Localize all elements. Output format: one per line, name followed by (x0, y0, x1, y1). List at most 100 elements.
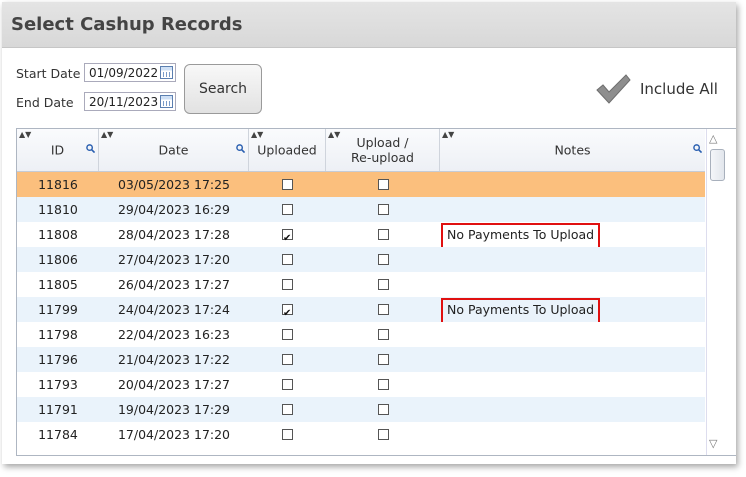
cell-reupload (326, 297, 440, 322)
cell-date: 29/04/2023 16:29 (117, 202, 231, 217)
search-button[interactable]: Search (184, 64, 262, 114)
cell-notes (440, 347, 705, 372)
cell-reupload (326, 247, 440, 272)
cell-uploaded (249, 322, 326, 347)
cell-reupload (326, 197, 440, 222)
vertical-scrollbar[interactable]: △ ▽ (706, 129, 736, 455)
cell-uploaded (249, 272, 326, 297)
search-icon[interactable] (236, 144, 245, 153)
cell-reupload (326, 347, 440, 372)
reupload-checkbox[interactable] (377, 278, 389, 290)
cell-id: 11784 (38, 427, 78, 442)
table-row[interactable]: 11816 03/05/2023 17:25 (17, 172, 705, 197)
scroll-down-icon[interactable]: ▽ (709, 437, 717, 450)
cell-notes (440, 422, 705, 447)
end-date-value: 20/11/2023 (89, 95, 159, 109)
cashup-grid: ▲▼ ID ▲▼ Date ▲▼ Uploaded ▲▼ Upload / Re-… (16, 128, 736, 456)
calendar-icon[interactable] (160, 95, 173, 108)
cell-date: 28/04/2023 17:28 (117, 227, 231, 242)
cell-uploaded (249, 347, 326, 372)
calendar-icon[interactable] (160, 66, 173, 79)
uploaded-checkbox[interactable] (282, 378, 293, 390)
sort-icon[interactable]: ▲▼ (101, 130, 113, 139)
column-header-notes[interactable]: ▲▼ Notes (440, 129, 705, 171)
cell-date: 24/04/2023 17:24 (117, 302, 231, 317)
uploaded-checkbox[interactable] (282, 403, 293, 415)
cell-date: 03/05/2023 17:25 (117, 177, 231, 192)
uploaded-checkbox[interactable] (282, 353, 293, 365)
table-row[interactable]: 11805 26/04/2023 17:27 (17, 272, 705, 297)
cell-id: 11816 (38, 177, 78, 192)
uploaded-checkbox[interactable] (282, 253, 293, 265)
uploaded-checkbox[interactable] (282, 428, 293, 440)
reupload-checkbox[interactable] (377, 403, 389, 415)
reupload-checkbox[interactable] (377, 303, 389, 315)
sort-icon[interactable]: ▲▼ (19, 130, 31, 139)
reupload-checkbox[interactable] (377, 353, 389, 365)
cell-reupload (326, 422, 440, 447)
uploaded-checkbox[interactable] (282, 278, 293, 290)
table-row[interactable]: 11806 27/04/2023 17:20 (17, 247, 705, 272)
cell-date: 20/04/2023 17:27 (117, 377, 231, 392)
reupload-checkbox[interactable] (377, 428, 389, 440)
include-all-label[interactable]: Include All (640, 80, 718, 98)
uploaded-checkbox[interactable] (282, 203, 293, 215)
scroll-up-icon[interactable]: △ (709, 132, 717, 145)
cell-date: 17/04/2023 17:20 (117, 427, 231, 442)
grid-header: ▲▼ ID ▲▼ Date ▲▼ Uploaded ▲▼ Upload / Re-… (17, 129, 705, 172)
search-icon[interactable] (86, 144, 95, 153)
cell-reupload (326, 397, 440, 422)
reupload-checkbox[interactable] (377, 178, 389, 190)
uploaded-checkbox[interactable] (282, 226, 293, 251)
start-date-label: Start Date (16, 66, 81, 81)
reupload-checkbox[interactable] (377, 228, 389, 240)
cell-id: 11796 (38, 352, 78, 367)
cell-date: 27/04/2023 17:20 (117, 252, 231, 267)
note-text: No Payments To Upload (441, 223, 601, 249)
include-all-checkmark-icon[interactable] (594, 73, 632, 105)
uploaded-checkbox[interactable] (282, 328, 293, 340)
column-header-reupload[interactable]: ▲▼ Upload / Re-upload (326, 129, 440, 171)
reupload-checkbox[interactable] (377, 328, 389, 340)
uploaded-checkbox[interactable] (282, 301, 293, 326)
table-row[interactable]: 11810 29/04/2023 16:29 (17, 197, 705, 222)
table-row[interactable]: 11798 22/04/2023 16:23 (17, 322, 705, 347)
cell-id: 11808 (38, 227, 78, 242)
cell-uploaded (249, 172, 326, 197)
table-row[interactable]: 11808 28/04/2023 17:28 No Payments To Uplo… (17, 222, 705, 251)
cell-notes (440, 272, 705, 297)
title-bar: Select Cashup Records (2, 2, 736, 48)
sort-icon[interactable]: ▲▼ (251, 130, 263, 139)
cell-notes (440, 322, 705, 347)
reupload-checkbox[interactable] (377, 203, 389, 215)
cell-uploaded (249, 247, 326, 272)
column-header-id[interactable]: ▲▼ ID (17, 129, 99, 171)
cell-uploaded (249, 372, 326, 397)
table-row[interactable]: 11784 17/04/2023 17:20 (17, 422, 705, 447)
table-row[interactable]: 11796 21/04/2023 17:22 (17, 347, 705, 372)
end-date-field[interactable]: 20/11/2023 (84, 92, 176, 111)
sort-icon[interactable]: ▲▼ (442, 130, 454, 139)
uploaded-checkbox[interactable] (282, 178, 293, 190)
table-row[interactable]: 11791 19/04/2023 17:29 (17, 397, 705, 422)
cell-uploaded (249, 197, 326, 222)
table-row[interactable]: 11799 24/04/2023 17:24 No Payments To Uplo… (17, 297, 705, 326)
reupload-checkbox[interactable] (377, 253, 389, 265)
cell-date: 21/04/2023 17:22 (117, 352, 231, 367)
cell-uploaded (249, 297, 326, 326)
cell-reupload (326, 372, 440, 397)
cell-id: 11810 (38, 202, 78, 217)
note-text: No Payments To Upload (441, 298, 601, 324)
search-icon[interactable] (693, 144, 702, 153)
reupload-checkbox[interactable] (377, 378, 389, 390)
cell-notes: No Payments To Upload (440, 222, 705, 249)
start-date-field[interactable]: 01/09/2022 (84, 63, 176, 82)
table-row[interactable]: 11793 20/04/2023 17:27 (17, 372, 705, 397)
end-date-label: End Date (16, 95, 74, 110)
scroll-thumb[interactable] (710, 149, 725, 181)
cell-reupload (326, 172, 440, 197)
column-header-uploaded[interactable]: ▲▼ Uploaded (249, 129, 326, 171)
cell-uploaded (249, 422, 326, 447)
cell-id: 11791 (38, 402, 78, 417)
column-header-date[interactable]: ▲▼ Date (99, 129, 249, 171)
